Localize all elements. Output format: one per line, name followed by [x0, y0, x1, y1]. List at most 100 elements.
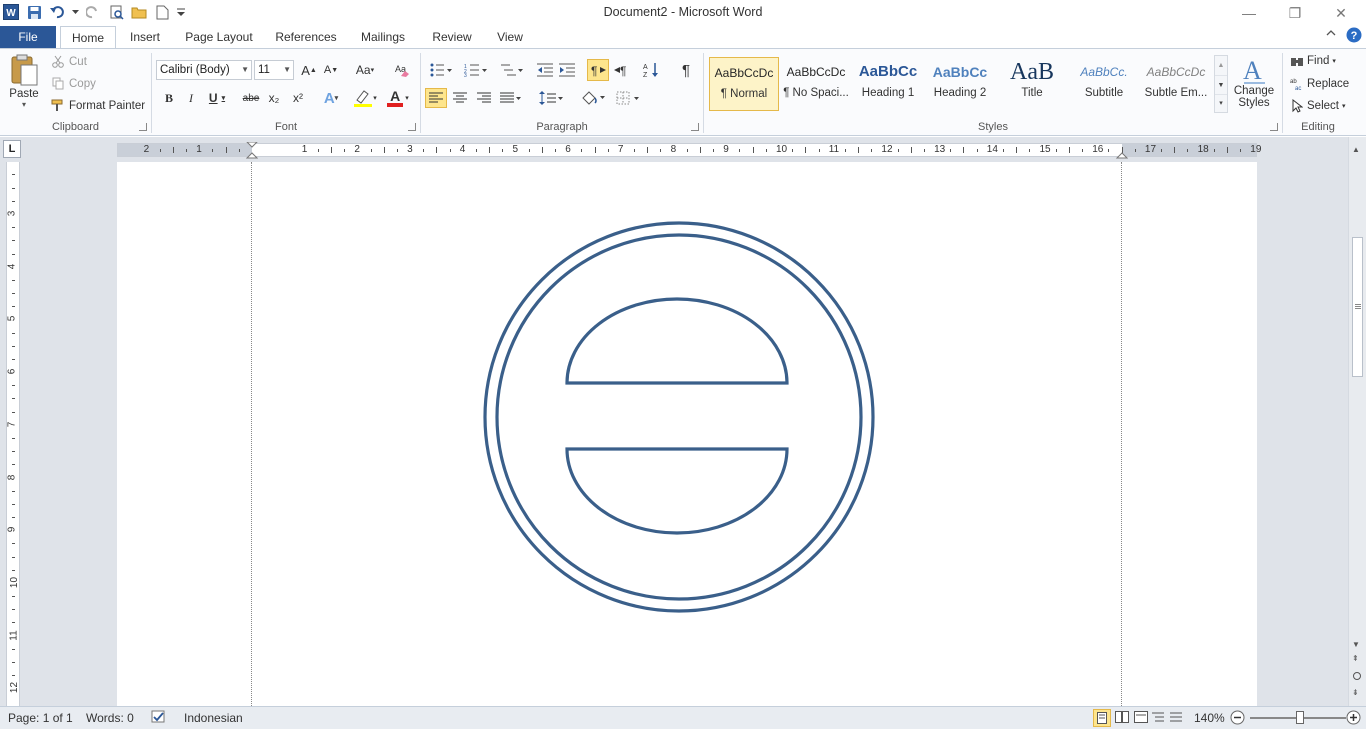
tab-review[interactable]: Review: [426, 26, 478, 48]
gallery-down-icon[interactable]: ▼: [1215, 75, 1227, 94]
lower-half-shape[interactable]: [565, 447, 789, 535]
align-center-button[interactable]: [449, 88, 471, 108]
outer-circle[interactable]: [483, 221, 875, 613]
style-title[interactable]: AaB Title: [997, 57, 1067, 111]
subscript-button[interactable]: x₂: [264, 89, 284, 107]
font-size-select[interactable]: 11 ▼: [254, 60, 294, 80]
format-painter-button[interactable]: Format Painter: [50, 99, 145, 112]
grow-font-button[interactable]: A ▲: [300, 61, 318, 79]
underline-button[interactable]: U ▾: [204, 89, 230, 107]
tab-view[interactable]: View: [492, 26, 528, 48]
font-family-select[interactable]: Calibri (Body) ▼: [156, 60, 252, 80]
gallery-more-icon[interactable]: ▾: [1215, 94, 1227, 112]
font-launcher-icon[interactable]: [408, 123, 416, 131]
style-heading-2[interactable]: AaBbCc Heading 2: [925, 57, 995, 111]
minimize-ribbon-icon[interactable]: [1326, 29, 1336, 37]
shrink-font-button[interactable]: A ▼: [322, 61, 340, 79]
tab-insert[interactable]: Insert: [122, 26, 168, 48]
styles-launcher-icon[interactable]: [1270, 123, 1278, 131]
find-button[interactable]: Find ▾: [1289, 55, 1336, 67]
style-heading-1[interactable]: AaBbCc Heading 1: [853, 57, 923, 111]
vertical-scrollbar[interactable]: ▲ ▼ ⇞ ⇟: [1348, 137, 1366, 706]
decrease-indent-button[interactable]: [535, 60, 555, 80]
restore-button[interactable]: ❐: [1272, 0, 1318, 26]
close-button[interactable]: ✕: [1318, 0, 1364, 26]
align-left-button[interactable]: [425, 88, 447, 108]
change-case-button[interactable]: Aa ▾: [352, 61, 378, 79]
align-right-button[interactable]: [473, 88, 495, 108]
multilevel-list-button[interactable]: [497, 60, 527, 80]
cut-button[interactable]: Cut: [50, 55, 87, 68]
replace-button[interactable]: ab ac Replace: [1289, 77, 1349, 91]
sort-button[interactable]: AZ: [641, 59, 663, 81]
vertical-ruler[interactable]: 3 4 5 6 7 8 9 10 11 12: [6, 162, 20, 706]
clear-formatting-button[interactable]: Aa: [394, 61, 412, 79]
document-page[interactable]: [117, 162, 1257, 706]
subscript-icon: x₂: [268, 91, 280, 105]
highlight-button[interactable]: ▾: [350, 87, 380, 109]
style-no-spacing[interactable]: AaBbCcDc ¶ No Spaci...: [781, 57, 851, 111]
circle-drawing[interactable]: [481, 219, 877, 615]
left-to-right-button[interactable]: ¶: [587, 59, 609, 81]
outline-view-icon[interactable]: [1152, 711, 1164, 726]
next-page-icon[interactable]: ⇟: [1352, 688, 1359, 697]
bullets-button[interactable]: [427, 60, 455, 80]
line-spacing-button[interactable]: [537, 88, 565, 108]
page-count[interactable]: Page: 1 of 1: [8, 711, 73, 725]
minimize-button[interactable]: —: [1226, 0, 1272, 26]
superscript-button[interactable]: x²: [288, 89, 308, 107]
italic-button[interactable]: I: [182, 89, 200, 107]
web-layout-view-icon[interactable]: [1134, 711, 1148, 726]
browse-object-icon[interactable]: [1353, 672, 1361, 680]
zoom-in-icon[interactable]: [1346, 710, 1361, 728]
proofing-icon[interactable]: [150, 710, 168, 727]
gallery-up-icon[interactable]: ▲: [1215, 56, 1227, 75]
previous-page-icon[interactable]: ⇞: [1352, 654, 1359, 663]
style-subtitle[interactable]: AaBbCc. Subtitle: [1069, 57, 1139, 111]
increase-indent-button[interactable]: [557, 60, 577, 80]
strikethrough-button[interactable]: abe: [240, 89, 262, 107]
scroll-down-icon[interactable]: ▼: [1352, 640, 1360, 649]
scroll-up-icon[interactable]: ▲: [1352, 145, 1360, 154]
copy-button[interactable]: Copy: [50, 77, 96, 90]
upper-half-shape[interactable]: [565, 297, 789, 385]
paragraph-launcher-icon[interactable]: [691, 123, 699, 131]
font-family-dropdown-icon: ▼: [241, 65, 249, 74]
tab-references[interactable]: References: [270, 26, 342, 48]
indent-marker-icon[interactable]: [246, 142, 258, 160]
bold-button[interactable]: B: [160, 89, 178, 107]
word-count[interactable]: Words: 0: [86, 711, 134, 725]
tab-page-layout[interactable]: Page Layout: [182, 26, 256, 48]
font-color-button[interactable]: A ▾: [384, 87, 412, 109]
show-formatting-marks-button[interactable]: ¶: [675, 59, 697, 81]
style-subtle-emphasis[interactable]: AaBbCcDc Subtle Em...: [1141, 57, 1211, 111]
select-button[interactable]: Select ▾: [1289, 99, 1345, 113]
zoom-slider-thumb[interactable]: [1296, 711, 1304, 724]
tab-mailings[interactable]: Mailings: [354, 26, 412, 48]
justify-button[interactable]: [497, 88, 525, 108]
shading-button[interactable]: [579, 88, 607, 108]
tab-file[interactable]: File: [0, 26, 56, 48]
help-icon[interactable]: ?: [1346, 27, 1362, 43]
scroll-thumb[interactable]: [1352, 237, 1363, 377]
tab-selector-button[interactable]: L: [3, 140, 21, 158]
zoom-out-icon[interactable]: [1230, 710, 1245, 728]
language-indicator[interactable]: Indonesian: [184, 711, 243, 725]
paste-button[interactable]: Paste ▾: [6, 53, 42, 109]
draft-view-icon[interactable]: [1170, 711, 1182, 726]
right-to-left-button[interactable]: ¶: [611, 59, 633, 81]
inner-circle[interactable]: [495, 233, 863, 601]
text-effects-button[interactable]: A ▾: [318, 89, 344, 107]
zoom-level[interactable]: 140%: [1194, 711, 1225, 725]
borders-button[interactable]: [613, 88, 643, 108]
tab-home[interactable]: Home: [60, 26, 116, 49]
numbering-button[interactable]: 123: [461, 60, 491, 80]
full-screen-reading-view-icon[interactable]: [1115, 711, 1129, 726]
style-normal[interactable]: AaBbCcDc ¶ Normal: [709, 57, 779, 111]
horizontal-ruler[interactable]: 2 1 1 2 3 4 5 6 7 8 9 10 11 12 13 14 15 16 17 18 19: [117, 142, 1261, 160]
right-indent-marker-icon[interactable]: [1116, 142, 1128, 160]
ruler-label: 9: [6, 526, 18, 533]
print-layout-view-icon[interactable]: [1093, 709, 1111, 727]
clipboard-launcher-icon[interactable]: [139, 123, 147, 131]
change-styles-button[interactable]: A Change Styles: [1232, 55, 1276, 109]
